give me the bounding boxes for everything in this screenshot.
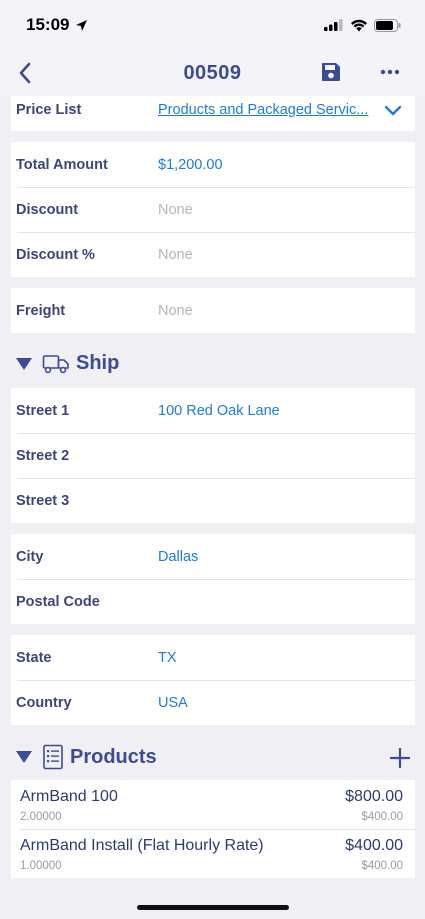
product-unit-price: $400.00 bbox=[361, 860, 403, 872]
discount-row[interactable]: Discount None bbox=[11, 187, 415, 232]
status-bar: 15:09 bbox=[0, 0, 425, 50]
wifi-icon bbox=[351, 19, 367, 31]
price-list-label: Price List bbox=[16, 102, 82, 118]
price-list-value[interactable]: Products and Packaged Servic... bbox=[158, 102, 368, 118]
status-time: 15:09 bbox=[26, 15, 88, 35]
products-section-header[interactable]: Products bbox=[16, 744, 157, 770]
products-section-title: Products bbox=[70, 745, 157, 768]
postal-code-row[interactable]: Postal Code bbox=[11, 579, 415, 624]
add-product-icon[interactable] bbox=[388, 746, 412, 770]
location-arrow-icon bbox=[76, 19, 88, 31]
cellular-signal-icon bbox=[324, 19, 343, 31]
page-title: 00509 bbox=[183, 61, 242, 84]
list-item[interactable]: ArmBand 100 2.00000 $800.00 $400.00 bbox=[11, 780, 415, 829]
ship-section-title: Ship bbox=[76, 352, 120, 374]
postal-code-label: Postal Code bbox=[16, 593, 100, 610]
price-list-row[interactable]: Price List Products and Packaged Servic.… bbox=[11, 96, 415, 131]
save-button[interactable] bbox=[318, 59, 344, 85]
ship-section-header[interactable]: Ship bbox=[16, 352, 119, 375]
list-document-icon bbox=[43, 744, 63, 770]
total-amount-row[interactable]: Total Amount $1,200.00 bbox=[11, 142, 415, 187]
floppy-disk-icon bbox=[322, 63, 340, 81]
freight-label: Freight bbox=[16, 302, 66, 319]
discount-percent-row[interactable]: Discount % None bbox=[11, 232, 415, 277]
total-amount-label: Total Amount bbox=[16, 156, 108, 173]
street-2-label: Street 2 bbox=[16, 447, 70, 464]
price-list-card: Price List Products and Packaged Servic.… bbox=[11, 96, 415, 131]
total-amount-value: $1,200.00 bbox=[158, 156, 223, 173]
freight-value[interactable]: None bbox=[158, 303, 193, 319]
street-2-row[interactable]: Street 2 bbox=[11, 433, 415, 478]
discount-value[interactable]: None bbox=[158, 202, 193, 218]
product-name: ArmBand 100 bbox=[20, 788, 118, 805]
product-unit-price: $400.00 bbox=[361, 811, 403, 823]
product-quantity: 2.00000 bbox=[20, 811, 62, 823]
city-value[interactable]: Dallas bbox=[158, 549, 198, 565]
street-1-label: Street 1 bbox=[16, 402, 70, 419]
product-total: $400.00 bbox=[345, 837, 403, 854]
city-row[interactable]: City Dallas bbox=[11, 534, 415, 579]
country-label: Country bbox=[16, 694, 72, 711]
country-value[interactable]: USA bbox=[158, 695, 188, 711]
products-list: ArmBand 100 2.00000 $800.00 $400.00 ArmB… bbox=[11, 780, 415, 878]
freight-card: Freight None bbox=[11, 288, 415, 333]
state-label: State bbox=[16, 649, 52, 666]
street-3-row[interactable]: Street 3 bbox=[11, 478, 415, 523]
home-indicator[interactable] bbox=[137, 905, 289, 910]
status-indicators bbox=[324, 18, 401, 32]
city-label: City bbox=[16, 548, 44, 565]
chevron-left-icon bbox=[19, 62, 31, 84]
navigation-bar: 00509 bbox=[0, 50, 425, 96]
chevron-down-icon[interactable] bbox=[383, 101, 403, 121]
collapse-triangle-icon[interactable] bbox=[16, 357, 32, 370]
truck-icon bbox=[42, 354, 69, 373]
collapse-triangle-icon[interactable] bbox=[16, 751, 32, 763]
clock-text: 15:09 bbox=[26, 15, 70, 34]
list-item[interactable]: ArmBand Install (Flat Hourly Rate) 1.000… bbox=[11, 829, 415, 878]
back-button[interactable] bbox=[10, 58, 40, 88]
discount-label: Discount bbox=[16, 201, 79, 218]
country-row[interactable]: Country USA bbox=[11, 680, 415, 725]
discount-percent-label: Discount % bbox=[16, 246, 95, 263]
state-row[interactable]: State TX bbox=[11, 635, 415, 680]
product-total: $800.00 bbox=[345, 788, 403, 805]
city-card: City Dallas Postal Code bbox=[11, 534, 415, 624]
street-1-value[interactable]: 100 Red Oak Lane bbox=[158, 403, 280, 419]
ellipsis-icon bbox=[380, 69, 400, 75]
totals-card: Total Amount $1,200.00 Discount None Dis… bbox=[11, 142, 415, 277]
battery-icon bbox=[374, 18, 401, 32]
product-quantity: 1.00000 bbox=[20, 860, 62, 872]
street-card: Street 1 100 Red Oak Lane Street 2 Stree… bbox=[11, 388, 415, 523]
street-1-row[interactable]: Street 1 100 Red Oak Lane bbox=[11, 388, 415, 433]
discount-percent-value[interactable]: None bbox=[158, 247, 193, 263]
more-options-button[interactable] bbox=[376, 59, 404, 85]
product-name: ArmBand Install (Flat Hourly Rate) bbox=[20, 837, 264, 854]
state-card: State TX Country USA bbox=[11, 635, 415, 725]
state-value[interactable]: TX bbox=[158, 650, 177, 666]
street-3-label: Street 3 bbox=[16, 492, 70, 509]
freight-row[interactable]: Freight None bbox=[11, 288, 415, 333]
